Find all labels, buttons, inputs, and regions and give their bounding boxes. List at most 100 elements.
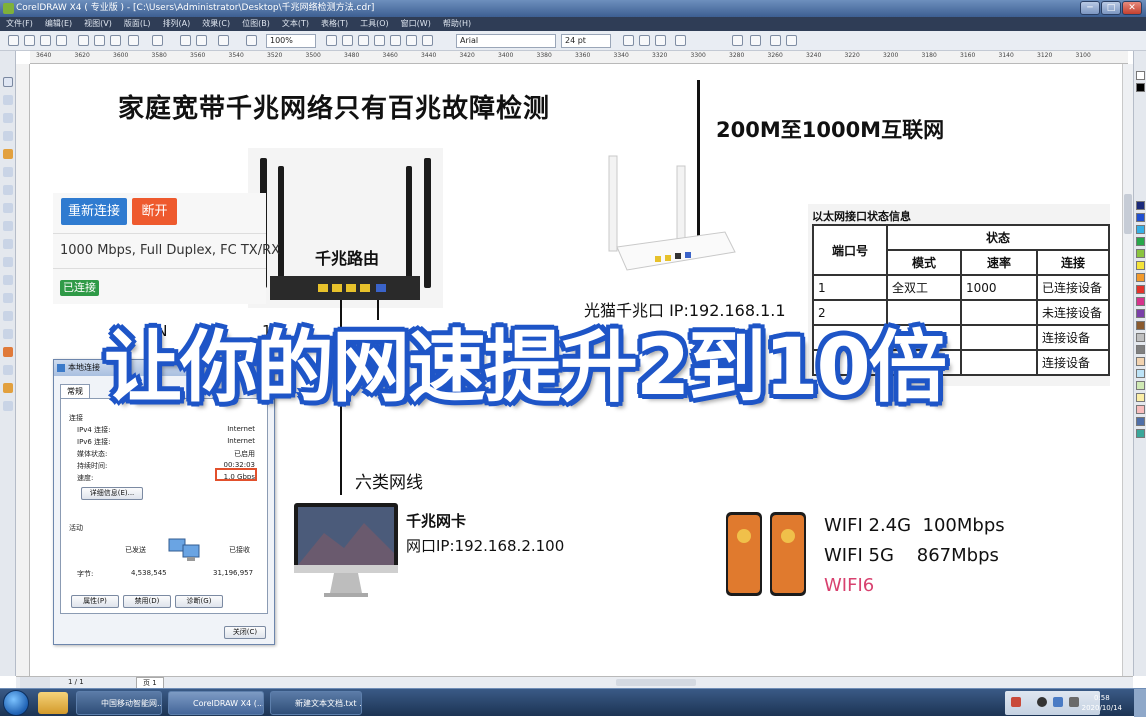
zoom-page-icon[interactable]: [390, 35, 401, 46]
swatch-yellow[interactable]: [1136, 261, 1145, 270]
swatch-light-blue[interactable]: [1136, 369, 1145, 378]
horizontal-scroll-thumb[interactable]: [616, 679, 696, 686]
crop-tool-icon[interactable]: [3, 113, 13, 123]
smart-fill-tool-icon[interactable]: [3, 167, 13, 177]
explorer-icon[interactable]: [38, 692, 68, 714]
zoom-height-icon[interactable]: [422, 35, 433, 46]
minimize-button[interactable]: ─: [1080, 1, 1100, 15]
menu-item[interactable]: 视图(V): [78, 17, 118, 31]
swatch-peach[interactable]: [1136, 357, 1145, 366]
paste-icon[interactable]: [110, 35, 121, 46]
redo-icon[interactable]: [152, 35, 163, 46]
align-icon[interactable]: [675, 35, 686, 46]
font-size-select[interactable]: 24 pt: [561, 34, 611, 48]
details-button[interactable]: 详细信息(E)...: [81, 487, 143, 500]
volume-icon[interactable]: [1069, 697, 1079, 707]
swatch-dark-gray[interactable]: [1136, 345, 1145, 354]
print-icon[interactable]: [56, 35, 67, 46]
start-button[interactable]: [3, 690, 29, 716]
dimension-tool-icon[interactable]: [3, 293, 13, 303]
copy-icon[interactable]: [94, 35, 105, 46]
polygon-tool-icon[interactable]: [3, 221, 13, 231]
vertical-text-icon[interactable]: [786, 35, 797, 46]
italic-icon[interactable]: [639, 35, 650, 46]
menu-item[interactable]: 效果(C): [196, 17, 236, 31]
fill-tool-icon[interactable]: [3, 383, 13, 393]
connector-tool-icon[interactable]: [3, 311, 13, 321]
zoom-width-icon[interactable]: [406, 35, 417, 46]
swatch-gray[interactable]: [1136, 333, 1145, 342]
menu-item[interactable]: 表格(T): [315, 17, 354, 31]
swatch-black[interactable]: [1136, 83, 1145, 92]
swatch-navy[interactable]: [1136, 201, 1145, 210]
reconnect-button[interactable]: 重新连接: [61, 198, 127, 225]
disconnect-button[interactable]: 断开: [132, 198, 177, 225]
swatch-magenta[interactable]: [1136, 297, 1145, 306]
underline-icon[interactable]: [655, 35, 666, 46]
zoom-selected-icon[interactable]: [358, 35, 369, 46]
menu-item[interactable]: 帮助(H): [437, 17, 477, 31]
menu-item[interactable]: 编辑(E): [39, 17, 78, 31]
open-icon[interactable]: [24, 35, 35, 46]
menu-item[interactable]: 文件(F): [0, 17, 39, 31]
undo-icon[interactable]: [128, 35, 139, 46]
menu-item[interactable]: 工具(O): [354, 17, 395, 31]
swatch-green[interactable]: [1136, 237, 1145, 246]
taskbar-item-notepad[interactable]: 新建文本文档.txt ...: [270, 691, 362, 715]
swatch-steel[interactable]: [1136, 417, 1145, 426]
tab-general[interactable]: 常规: [60, 384, 90, 398]
shape-tool-icon[interactable]: [3, 95, 13, 105]
swatch-orange[interactable]: [1136, 273, 1145, 282]
horizontal-text-icon[interactable]: [770, 35, 781, 46]
swatch-light-green[interactable]: [1136, 381, 1145, 390]
close-button[interactable]: ✕: [1122, 1, 1142, 15]
import-icon[interactable]: [180, 35, 191, 46]
swatch-none[interactable]: [1136, 71, 1145, 80]
swatch-lime[interactable]: [1136, 249, 1145, 258]
rectangle-tool-icon[interactable]: [3, 185, 13, 195]
show-desktop-button[interactable]: [1134, 689, 1146, 717]
swatch-light-yellow[interactable]: [1136, 393, 1145, 402]
taskbar-item-coreldraw[interactable]: CorelDRAW X4 (...: [168, 691, 264, 715]
network-tray-icon[interactable]: [1053, 697, 1063, 707]
pick-tool-icon[interactable]: [3, 77, 13, 87]
vertical-scrollbar[interactable]: [1122, 64, 1133, 676]
zoom-all-icon[interactable]: [374, 35, 385, 46]
blend-tool-icon[interactable]: [3, 329, 13, 339]
dialog-close-button[interactable]: 关闭(C): [224, 626, 266, 639]
swatch-purple[interactable]: [1136, 309, 1145, 318]
swatch-pink[interactable]: [1136, 405, 1145, 414]
menu-item[interactable]: 版面(L): [118, 17, 157, 31]
maximize-button[interactable]: □: [1101, 1, 1121, 15]
page-nav-first-icon[interactable]: [20, 677, 50, 688]
zoom-out-icon[interactable]: [342, 35, 353, 46]
zoom-select[interactable]: 100%: [266, 34, 316, 48]
table-tool-icon[interactable]: [3, 275, 13, 285]
save-icon[interactable]: [40, 35, 51, 46]
ellipse-tool-icon[interactable]: [3, 203, 13, 213]
export-icon[interactable]: [196, 35, 207, 46]
swatch-cyan[interactable]: [1136, 225, 1145, 234]
menu-item[interactable]: 位图(B): [236, 17, 276, 31]
swatch-red[interactable]: [1136, 285, 1145, 294]
menu-item[interactable]: 文本(T): [276, 17, 315, 31]
scroll-thumb[interactable]: [1124, 194, 1132, 234]
zoom-tool-icon[interactable]: [3, 131, 13, 141]
outline-tool-icon[interactable]: [3, 365, 13, 375]
new-icon[interactable]: [8, 35, 19, 46]
freehand-tool-icon[interactable]: [3, 149, 13, 159]
font-select[interactable]: Arial: [456, 34, 556, 48]
basic-shapes-tool-icon[interactable]: [3, 239, 13, 249]
properties-button[interactable]: 属性(P): [71, 595, 119, 608]
welcome-icon[interactable]: [246, 35, 257, 46]
ime-icon[interactable]: [1011, 697, 1021, 707]
text-tool-icon[interactable]: [3, 257, 13, 267]
swatch-brown[interactable]: [1136, 321, 1145, 330]
launcher-icon[interactable]: [218, 35, 229, 46]
taskbar-item-browser[interactable]: 中国移动智能网...: [76, 691, 162, 715]
swatch-blue[interactable]: [1136, 213, 1145, 222]
menu-item[interactable]: 排列(A): [157, 17, 197, 31]
swatch-teal[interactable]: [1136, 429, 1145, 438]
menu-item[interactable]: 窗口(W): [395, 17, 437, 31]
disable-button[interactable]: 禁用(D): [123, 595, 171, 608]
